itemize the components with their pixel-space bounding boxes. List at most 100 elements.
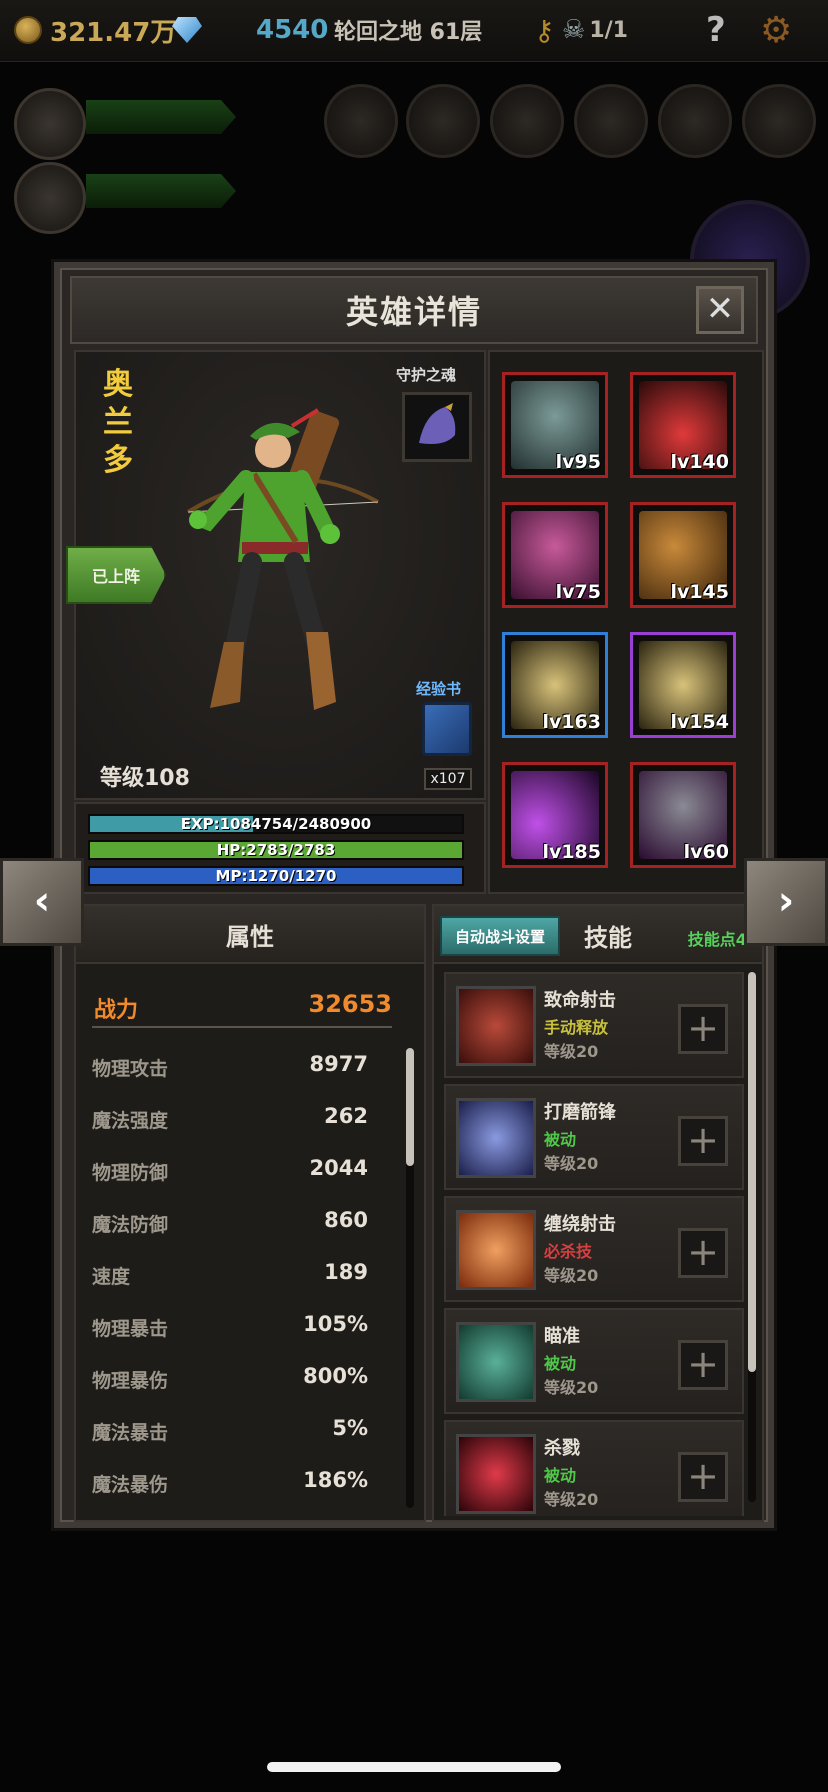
attribute-value: 2044 — [309, 1156, 368, 1180]
location-label: 轮回之地 61层 — [334, 20, 483, 45]
scrollbar-thumb[interactable] — [748, 972, 756, 1372]
skills-scrollbar[interactable] — [748, 972, 756, 1502]
equipment-slot-shard[interactable]: lv60 — [630, 762, 736, 868]
equipment-slot-cloak[interactable]: lv75 — [502, 502, 608, 608]
equipment-slot-helmet[interactable]: lv95 — [502, 372, 608, 478]
skull-icon: ☠ — [562, 15, 586, 45]
skill-name: 瞄准 — [544, 1326, 580, 1347]
attribute-row: 物理攻击 8977 — [92, 1050, 368, 1086]
home-indicator[interactable] — [267, 1762, 561, 1772]
skill-list: 致命射击 手动释放 等级20 + 打磨箭锋 被动 等级20 + 缠绕射击 必杀技… — [440, 972, 758, 1516]
next-hero-button[interactable]: › — [744, 858, 828, 946]
exp-book-icon[interactable] — [422, 702, 472, 756]
background-hero-avatar — [14, 88, 86, 160]
diamond-icon — [172, 17, 202, 43]
question-icon[interactable]: ? — [706, 10, 726, 50]
attributes-tab[interactable]: 属性 — [76, 906, 424, 964]
power-label: 战力 — [94, 998, 139, 1023]
equipment-level: lv185 — [542, 841, 601, 863]
attribute-value: 860 — [324, 1208, 368, 1232]
stat-bars: EXP:1084754/2480900 HP:2783/2783 MP:1270… — [74, 802, 486, 894]
equipment-slot-ring-2[interactable]: lv154 — [630, 632, 736, 738]
skill-card[interactable]: 缠绕射击 必杀技 等级20 + — [444, 1196, 744, 1302]
exp-bar-text: EXP:1084754/2480900 — [180, 815, 372, 833]
attribute-row: 物理暴击 105% — [92, 1310, 368, 1346]
equipment-level: lv140 — [670, 451, 729, 473]
background-slot — [574, 84, 648, 158]
gear-icon[interactable]: ⚙ — [760, 10, 792, 51]
upgrade-skill-button[interactable]: + — [678, 1116, 728, 1166]
hp-bar-text: HP:2783/2783 — [216, 841, 336, 859]
attribute-label: 魔法暴击 — [92, 1422, 169, 1444]
skill-level: 等级20 — [544, 1490, 599, 1509]
crosshair-skill-icon — [456, 986, 536, 1066]
attributes-panel: 属性 战力 32653 物理攻击 8977 魔法强度 262 物理防御 2044… — [74, 904, 426, 1522]
skill-level: 等级20 — [544, 1378, 599, 1397]
skill-type: 必杀技 — [544, 1242, 593, 1261]
guardian-soul-slot[interactable] — [402, 392, 472, 462]
skill-level: 等级20 — [544, 1154, 599, 1173]
dungeon-counter[interactable]: ☠ 1/1 — [562, 10, 628, 50]
equipment-slot-boots[interactable]: lv145 — [630, 502, 736, 608]
skills-header: 自动战斗设置 技能 技能点48 — [434, 906, 762, 964]
dungeon-count: 1/1 — [589, 17, 628, 43]
chevron-left-icon: ‹ — [33, 878, 51, 924]
attribute-label: 速度 — [92, 1266, 131, 1288]
equipment-slot-ring-1[interactable]: lv163 — [502, 632, 608, 738]
hero-portrait-area: 奥 兰 多 已上阵 守护之魂 经验书 x107 等级108 — [66, 350, 486, 800]
attribute-label: 物理暴伤 — [92, 1370, 169, 1392]
skill-type: 手动释放 — [544, 1018, 609, 1037]
attribute-value: 8977 — [309, 1052, 368, 1076]
attribute-label: 魔法暴伤 — [92, 1474, 169, 1496]
slaughter-skill-icon — [456, 1434, 536, 1514]
attribute-value: 5% — [332, 1416, 368, 1440]
equipment-level: lv60 — [683, 841, 729, 863]
upgrade-skill-button[interactable]: + — [678, 1228, 728, 1278]
skill-card[interactable]: 瞄准 被动 等级20 + — [444, 1308, 744, 1414]
skill-type: 被动 — [544, 1466, 577, 1485]
attribute-row: 魔法暴伤 186% — [92, 1466, 368, 1502]
close-button[interactable]: ✕ — [696, 286, 744, 334]
skills-tab[interactable]: 技能 — [584, 918, 632, 953]
attribute-row: 物理暴伤 800% — [92, 1362, 368, 1398]
attribute-label: 物理防御 — [92, 1162, 169, 1184]
skill-name: 打磨箭锋 — [544, 1102, 616, 1123]
coin-icon — [14, 16, 42, 44]
upgrade-skill-button[interactable]: + — [678, 1004, 728, 1054]
skill-name: 致命射击 — [544, 990, 616, 1011]
hero-name-char: 多 — [103, 443, 133, 478]
equipment-level: lv154 — [670, 711, 729, 733]
equipment-level: lv95 — [555, 451, 601, 473]
mp-bar: MP:1270/1270 — [88, 866, 464, 886]
skill-card[interactable]: 致命射击 手动释放 等级20 + — [444, 972, 744, 1078]
aim-skill-icon — [456, 1322, 536, 1402]
gold-value: 321.47万 — [50, 17, 177, 48]
upgrade-skill-button[interactable]: + — [678, 1452, 728, 1502]
panel-title: 英雄详情 — [345, 293, 482, 331]
skill-card[interactable]: 杀戮 被动 等级20 + — [444, 1420, 744, 1516]
upgrade-skill-button[interactable]: + — [678, 1340, 728, 1390]
auto-battle-settings-button[interactable]: 自动战斗设置 — [440, 916, 560, 956]
previous-hero-button[interactable]: ‹ — [0, 858, 84, 946]
equipment-slot-claw[interactable]: lv185 — [502, 762, 608, 868]
skill-level: 等级20 — [544, 1266, 599, 1285]
close-icon: ✕ — [705, 289, 735, 329]
guardian-soul-label: 守护之魂 — [396, 366, 457, 384]
skill-name: 缠绕射击 — [544, 1214, 616, 1235]
background-slot — [406, 84, 480, 158]
power-row: 战力 32653 — [92, 988, 392, 1028]
attribute-label: 物理攻击 — [92, 1058, 169, 1080]
skill-level: 等级20 — [544, 1042, 599, 1061]
exp-book-count: x107 — [424, 768, 472, 790]
gem-counter — [172, 10, 202, 50]
key-icon[interactable]: ⚷ — [534, 10, 555, 50]
background-slot — [490, 84, 564, 158]
scrollbar-thumb[interactable] — [406, 1048, 414, 1166]
background-hero-avatar — [14, 162, 86, 234]
raven-icon — [419, 403, 456, 444]
arrowhead-skill-icon — [456, 1098, 536, 1178]
skill-card[interactable]: 打磨箭锋 被动 等级20 + — [444, 1084, 744, 1190]
equipment-slot-amulet[interactable]: lv140 — [630, 372, 736, 478]
gold-counter: 321.47万 — [14, 10, 176, 50]
attributes-scrollbar[interactable] — [406, 1048, 414, 1508]
